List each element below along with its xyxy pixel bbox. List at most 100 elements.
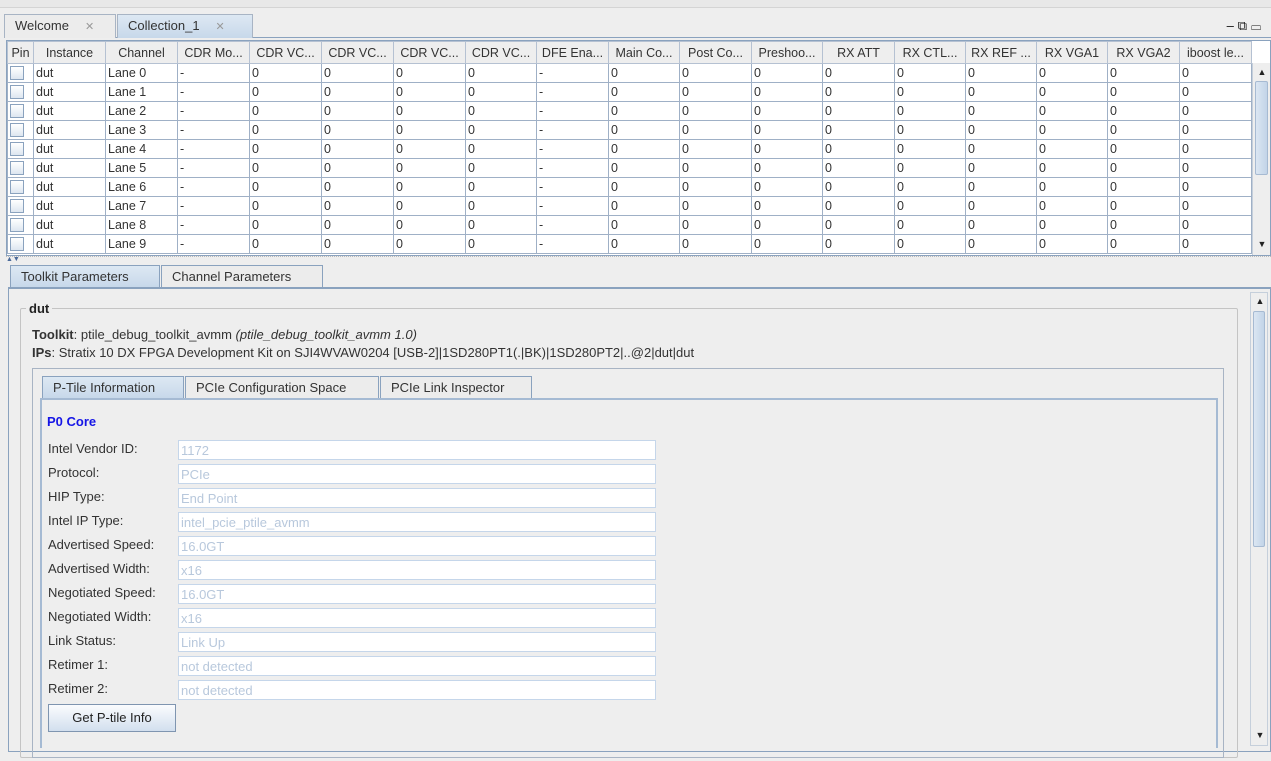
table-cell[interactable]: 0 <box>1036 120 1108 140</box>
field-value[interactable]: x16 <box>178 560 656 580</box>
close-icon[interactable]: ✕ <box>85 21 94 33</box>
table-cell[interactable]: 0 <box>679 63 752 83</box>
table-cell[interactable]: 0 <box>465 120 537 140</box>
table-cell[interactable]: - <box>177 82 250 102</box>
table-cell[interactable]: 0 <box>1107 215 1180 235</box>
column-header[interactable]: RX CTL... <box>894 41 966 64</box>
table-cell[interactable]: 0 <box>321 196 394 216</box>
table-cell[interactable]: 0 <box>608 215 680 235</box>
table-cell[interactable]: 0 <box>679 177 752 197</box>
table-cell[interactable]: 0 <box>965 196 1037 216</box>
table-cell[interactable]: 0 <box>321 158 394 178</box>
table-cell[interactable]: 0 <box>751 101 823 121</box>
table-cell[interactable]: 0 <box>321 101 394 121</box>
table-cell[interactable]: 0 <box>822 139 895 159</box>
table-cell[interactable]: 0 <box>608 120 680 140</box>
table-row[interactable]: dut Lane 0-0000-000000000 <box>7 63 1252 83</box>
table-cell[interactable]: 0 <box>393 215 466 235</box>
table-cell[interactable]: 0 <box>1107 120 1180 140</box>
column-header[interactable]: Post Co... <box>679 41 752 64</box>
table-cell[interactable]: 0 <box>679 196 752 216</box>
table-cell[interactable]: 0 <box>822 234 895 254</box>
column-header[interactable]: iboost le... <box>1179 41 1252 64</box>
table-cell[interactable]: 0 <box>1179 158 1252 178</box>
table-cell[interactable]: 0 <box>679 234 752 254</box>
table-cell[interactable]: 0 <box>1107 177 1180 197</box>
table-cell[interactable]: 0 <box>465 234 537 254</box>
table-cell[interactable]: 0 <box>321 120 394 140</box>
field-value[interactable]: PCIe <box>178 464 656 484</box>
table-cell[interactable]: 0 <box>1036 158 1108 178</box>
minimize-icon[interactable]: – <box>1227 18 1238 33</box>
table-cell[interactable]: 0 <box>1036 139 1108 159</box>
tab-channel-parameters[interactable]: Channel Parameters <box>161 265 323 287</box>
split-pane-divider[interactable]: ▲▼ <box>6 256 1271 263</box>
table-cell[interactable]: 0 <box>894 82 966 102</box>
table-cell[interactable]: Lane 9 <box>105 234 178 254</box>
table-cell[interactable]: 0 <box>393 139 466 159</box>
table-cell[interactable]: Lane 5 <box>105 158 178 178</box>
table-cell[interactable]: 0 <box>1179 139 1252 159</box>
table-cell[interactable]: 0 <box>965 158 1037 178</box>
field-value[interactable]: 1172 <box>178 440 656 460</box>
table-cell[interactable]: 0 <box>393 234 466 254</box>
table-cell[interactable]: - <box>177 158 250 178</box>
table-cell[interactable]: 0 <box>1179 82 1252 102</box>
table-cell[interactable]: - <box>536 139 609 159</box>
column-header[interactable]: Preshoo... <box>751 41 823 64</box>
table-cell[interactable]: dut <box>33 101 106 121</box>
field-value[interactable]: not detected <box>178 680 656 700</box>
column-header[interactable]: Main Co... <box>608 41 680 64</box>
table-cell[interactable]: 0 <box>393 196 466 216</box>
column-header[interactable]: RX ATT <box>822 41 895 64</box>
tab-pcie-link-inspector[interactable]: PCIe Link Inspector <box>380 376 532 398</box>
table-cell[interactable]: Lane 6 <box>105 177 178 197</box>
field-value[interactable]: x16 <box>178 608 656 628</box>
table-cell[interactable]: - <box>177 101 250 121</box>
table-cell[interactable]: 0 <box>1179 215 1252 235</box>
table-cell[interactable]: dut <box>33 158 106 178</box>
table-cell[interactable]: 0 <box>249 215 322 235</box>
table-cell[interactable]: 0 <box>608 82 680 102</box>
tab-pcie-configuration-space[interactable]: PCIe Configuration Space <box>185 376 379 398</box>
table-scrollbar[interactable]: ▲ ▼ <box>1252 63 1270 255</box>
table-cell[interactable]: 0 <box>393 177 466 197</box>
table-cell[interactable]: 0 <box>465 139 537 159</box>
table-cell[interactable]: Lane 7 <box>105 196 178 216</box>
field-value[interactable]: not detected <box>178 656 656 676</box>
table-cell[interactable]: 0 <box>393 120 466 140</box>
table-cell[interactable]: 0 <box>965 177 1037 197</box>
table-cell[interactable]: 0 <box>1179 177 1252 197</box>
table-cell[interactable]: 0 <box>321 82 394 102</box>
pin-checkbox[interactable] <box>10 123 24 138</box>
table-cell[interactable]: Lane 8 <box>105 215 178 235</box>
table-cell[interactable]: 0 <box>679 215 752 235</box>
table-cell[interactable]: 0 <box>249 234 322 254</box>
table-cell[interactable]: 0 <box>1107 101 1180 121</box>
table-cell[interactable]: dut <box>33 120 106 140</box>
table-cell[interactable]: 0 <box>608 196 680 216</box>
table-cell[interactable]: 0 <box>679 139 752 159</box>
column-header[interactable]: CDR Mo... <box>177 41 250 64</box>
table-cell[interactable]: 0 <box>894 120 966 140</box>
table-cell[interactable]: 0 <box>679 101 752 121</box>
table-cell[interactable]: - <box>536 158 609 178</box>
pin-checkbox[interactable] <box>10 142 24 157</box>
table-cell[interactable]: 0 <box>751 63 823 83</box>
table-cell[interactable]: dut <box>33 215 106 235</box>
table-cell[interactable]: 0 <box>249 101 322 121</box>
table-cell[interactable]: dut <box>33 63 106 83</box>
table-cell[interactable]: 0 <box>465 63 537 83</box>
table-cell[interactable]: 0 <box>1036 215 1108 235</box>
table-row[interactable]: dut Lane 7-0000-000000000 <box>7 196 1252 216</box>
table-cell[interactable]: 0 <box>608 63 680 83</box>
scrollbar-thumb[interactable] <box>1253 311 1265 547</box>
table-cell[interactable]: 0 <box>465 177 537 197</box>
table-cell[interactable]: 0 <box>679 120 752 140</box>
table-cell[interactable]: 0 <box>1036 101 1108 121</box>
table-cell[interactable]: 0 <box>608 139 680 159</box>
table-cell[interactable]: 0 <box>249 158 322 178</box>
scrollbar-thumb[interactable] <box>1255 81 1268 175</box>
table-row[interactable]: dut Lane 2-0000-000000000 <box>7 101 1252 121</box>
table-cell[interactable]: Lane 1 <box>105 82 178 102</box>
